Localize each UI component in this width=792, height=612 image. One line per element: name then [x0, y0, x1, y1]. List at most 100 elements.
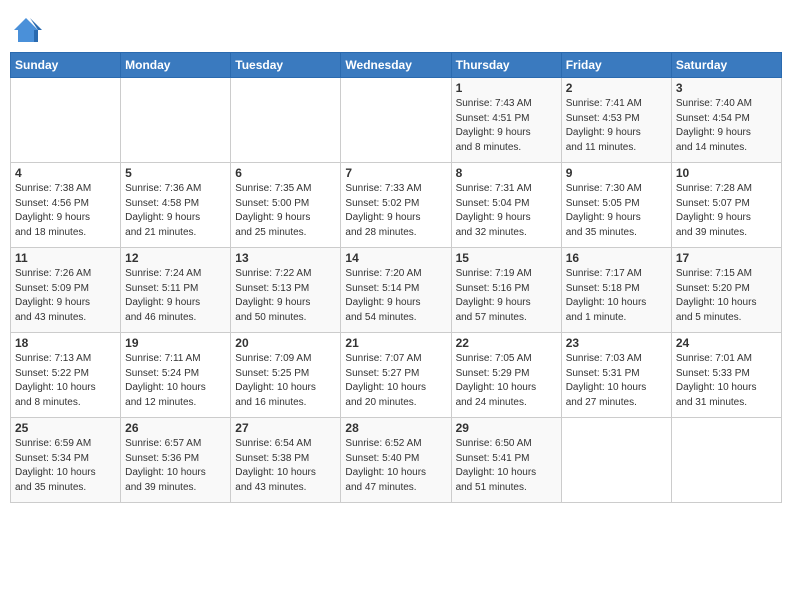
day-info: Sunrise: 7:07 AM Sunset: 5:27 PM Dayligh… — [345, 352, 446, 410]
calendar-cell: 4 Sunrise: 7:38 AM Sunset: 4:56 PM Daylig… — [11, 163, 121, 248]
day-header-saturday: Saturday — [671, 53, 781, 78]
day-number: 17 — [676, 251, 777, 265]
calendar-body: 1 Sunrise: 7:43 AM Sunset: 4:51 PM Daylig… — [11, 78, 782, 503]
day-number: 4 — [15, 166, 116, 180]
calendar-cell: 2 Sunrise: 7:41 AM Sunset: 4:53 PM Daylig… — [561, 78, 671, 163]
day-info: Sunrise: 7:17 AM Sunset: 5:18 PM Dayligh… — [566, 267, 667, 325]
calendar-cell: 27 Sunrise: 6:54 AM Sunset: 5:38 PM Dayli… — [231, 418, 341, 503]
calendar-table: SundayMondayTuesdayWednesdayThursdayFrid… — [10, 52, 782, 503]
calendar-cell: 19 Sunrise: 7:11 AM Sunset: 5:24 PM Dayli… — [121, 333, 231, 418]
calendar-cell: 3 Sunrise: 7:40 AM Sunset: 4:54 PM Daylig… — [671, 78, 781, 163]
calendar-week-2: 4 Sunrise: 7:38 AM Sunset: 4:56 PM Daylig… — [11, 163, 782, 248]
calendar-cell: 7Sunrise: 7:33 AM Sunset: 5:02 PM Daylig… — [341, 163, 451, 248]
day-info: Sunrise: 7:15 AM Sunset: 5:20 PM Dayligh… — [676, 267, 777, 325]
calendar-cell: 16 Sunrise: 7:17 AM Sunset: 5:18 PM Dayli… — [561, 248, 671, 333]
calendar-cell: 23Sunrise: 7:03 AM Sunset: 5:31 PM Dayli… — [561, 333, 671, 418]
calendar-cell: 5 Sunrise: 7:36 AM Sunset: 4:58 PM Daylig… — [121, 163, 231, 248]
calendar-header: SundayMondayTuesdayWednesdayThursdayFrid… — [11, 53, 782, 78]
day-number: 23 — [566, 336, 667, 350]
day-info: Sunrise: 7:22 AM Sunset: 5:13 PM Dayligh… — [235, 267, 336, 325]
calendar-cell: 10 Sunrise: 7:28 AM Sunset: 5:07 PM Dayli… — [671, 163, 781, 248]
calendar-week-4: 18Sunrise: 7:13 AM Sunset: 5:22 PM Dayli… — [11, 333, 782, 418]
day-info: Sunrise: 6:52 AM Sunset: 5:40 PM Dayligh… — [345, 437, 446, 495]
day-number: 15 — [456, 251, 557, 265]
calendar-cell: 15 Sunrise: 7:19 AM Sunset: 5:16 PM Dayli… — [451, 248, 561, 333]
day-number: 27 — [235, 421, 336, 435]
day-info: Sunrise: 7:09 AM Sunset: 5:25 PM Dayligh… — [235, 352, 336, 410]
day-info: Sunrise: 7:43 AM Sunset: 4:51 PM Dayligh… — [456, 97, 557, 155]
calendar-cell: 25Sunrise: 6:59 AM Sunset: 5:34 PM Dayli… — [11, 418, 121, 503]
calendar-cell: 11 Sunrise: 7:26 AM Sunset: 5:09 PM Dayli… — [11, 248, 121, 333]
day-number: 28 — [345, 421, 446, 435]
day-number: 13 — [235, 251, 336, 265]
calendar-cell: 22 Sunrise: 7:05 AM Sunset: 5:29 PM Dayli… — [451, 333, 561, 418]
day-info: Sunrise: 6:57 AM Sunset: 5:36 PM Dayligh… — [125, 437, 226, 495]
day-header-thursday: Thursday — [451, 53, 561, 78]
day-info: Sunrise: 7:24 AM Sunset: 5:11 PM Dayligh… — [125, 267, 226, 325]
day-info: Sunrise: 7:28 AM Sunset: 5:07 PM Dayligh… — [676, 182, 777, 240]
day-info: Sunrise: 7:11 AM Sunset: 5:24 PM Dayligh… — [125, 352, 226, 410]
calendar-cell: 13 Sunrise: 7:22 AM Sunset: 5:13 PM Dayli… — [231, 248, 341, 333]
calendar-cell: 1 Sunrise: 7:43 AM Sunset: 4:51 PM Daylig… — [451, 78, 561, 163]
calendar-cell — [231, 78, 341, 163]
day-number: 6 — [235, 166, 336, 180]
day-info: Sunrise: 7:19 AM Sunset: 5:16 PM Dayligh… — [456, 267, 557, 325]
calendar-cell: 26 Sunrise: 6:57 AM Sunset: 5:36 PM Dayli… — [121, 418, 231, 503]
day-number: 1 — [456, 81, 557, 95]
day-header-wednesday: Wednesday — [341, 53, 451, 78]
day-header-monday: Monday — [121, 53, 231, 78]
calendar-cell: 21Sunrise: 7:07 AM Sunset: 5:27 PM Dayli… — [341, 333, 451, 418]
day-info: Sunrise: 7:20 AM Sunset: 5:14 PM Dayligh… — [345, 267, 446, 325]
day-info: Sunrise: 6:50 AM Sunset: 5:41 PM Dayligh… — [456, 437, 557, 495]
day-number: 16 — [566, 251, 667, 265]
day-number: 22 — [456, 336, 557, 350]
day-info: Sunrise: 6:54 AM Sunset: 5:38 PM Dayligh… — [235, 437, 336, 495]
calendar-week-5: 25Sunrise: 6:59 AM Sunset: 5:34 PM Dayli… — [11, 418, 782, 503]
calendar-cell: 8Sunrise: 7:31 AM Sunset: 5:04 PM Daylig… — [451, 163, 561, 248]
day-number: 5 — [125, 166, 226, 180]
day-info: Sunrise: 7:30 AM Sunset: 5:05 PM Dayligh… — [566, 182, 667, 240]
logo-icon — [10, 14, 42, 46]
day-number: 3 — [676, 81, 777, 95]
day-number: 10 — [676, 166, 777, 180]
day-info: Sunrise: 7:35 AM Sunset: 5:00 PM Dayligh… — [235, 182, 336, 240]
day-number: 8 — [456, 166, 557, 180]
calendar-cell — [671, 418, 781, 503]
calendar-cell: 6 Sunrise: 7:35 AM Sunset: 5:00 PM Daylig… — [231, 163, 341, 248]
calendar-cell: 24 Sunrise: 7:01 AM Sunset: 5:33 PM Dayli… — [671, 333, 781, 418]
day-number: 2 — [566, 81, 667, 95]
calendar-cell: 18Sunrise: 7:13 AM Sunset: 5:22 PM Dayli… — [11, 333, 121, 418]
day-number: 11 — [15, 251, 116, 265]
day-header-tuesday: Tuesday — [231, 53, 341, 78]
calendar-cell: 28 Sunrise: 6:52 AM Sunset: 5:40 PM Dayli… — [341, 418, 451, 503]
day-number: 20 — [235, 336, 336, 350]
calendar-cell — [11, 78, 121, 163]
day-info: Sunrise: 7:38 AM Sunset: 4:56 PM Dayligh… — [15, 182, 116, 240]
day-number: 26 — [125, 421, 226, 435]
logo — [10, 14, 46, 46]
day-number: 7 — [345, 166, 446, 180]
day-header-friday: Friday — [561, 53, 671, 78]
calendar-cell: 29Sunrise: 6:50 AM Sunset: 5:41 PM Dayli… — [451, 418, 561, 503]
day-number: 24 — [676, 336, 777, 350]
day-number: 12 — [125, 251, 226, 265]
page-header — [10, 10, 782, 46]
day-info: Sunrise: 7:05 AM Sunset: 5:29 PM Dayligh… — [456, 352, 557, 410]
calendar-cell: 9 Sunrise: 7:30 AM Sunset: 5:05 PM Daylig… — [561, 163, 671, 248]
day-info: Sunrise: 7:36 AM Sunset: 4:58 PM Dayligh… — [125, 182, 226, 240]
day-info: Sunrise: 7:40 AM Sunset: 4:54 PM Dayligh… — [676, 97, 777, 155]
calendar-cell — [121, 78, 231, 163]
day-info: Sunrise: 7:41 AM Sunset: 4:53 PM Dayligh… — [566, 97, 667, 155]
day-number: 9 — [566, 166, 667, 180]
calendar-cell — [561, 418, 671, 503]
calendar-week-3: 11 Sunrise: 7:26 AM Sunset: 5:09 PM Dayli… — [11, 248, 782, 333]
calendar-cell: 12 Sunrise: 7:24 AM Sunset: 5:11 PM Dayli… — [121, 248, 231, 333]
day-info: Sunrise: 7:13 AM Sunset: 5:22 PM Dayligh… — [15, 352, 116, 410]
calendar-cell — [341, 78, 451, 163]
day-header-sunday: Sunday — [11, 53, 121, 78]
day-info: Sunrise: 7:26 AM Sunset: 5:09 PM Dayligh… — [15, 267, 116, 325]
day-number: 14 — [345, 251, 446, 265]
day-number: 19 — [125, 336, 226, 350]
calendar-cell: 14 Sunrise: 7:20 AM Sunset: 5:14 PM Dayli… — [341, 248, 451, 333]
day-info: Sunrise: 7:01 AM Sunset: 5:33 PM Dayligh… — [676, 352, 777, 410]
